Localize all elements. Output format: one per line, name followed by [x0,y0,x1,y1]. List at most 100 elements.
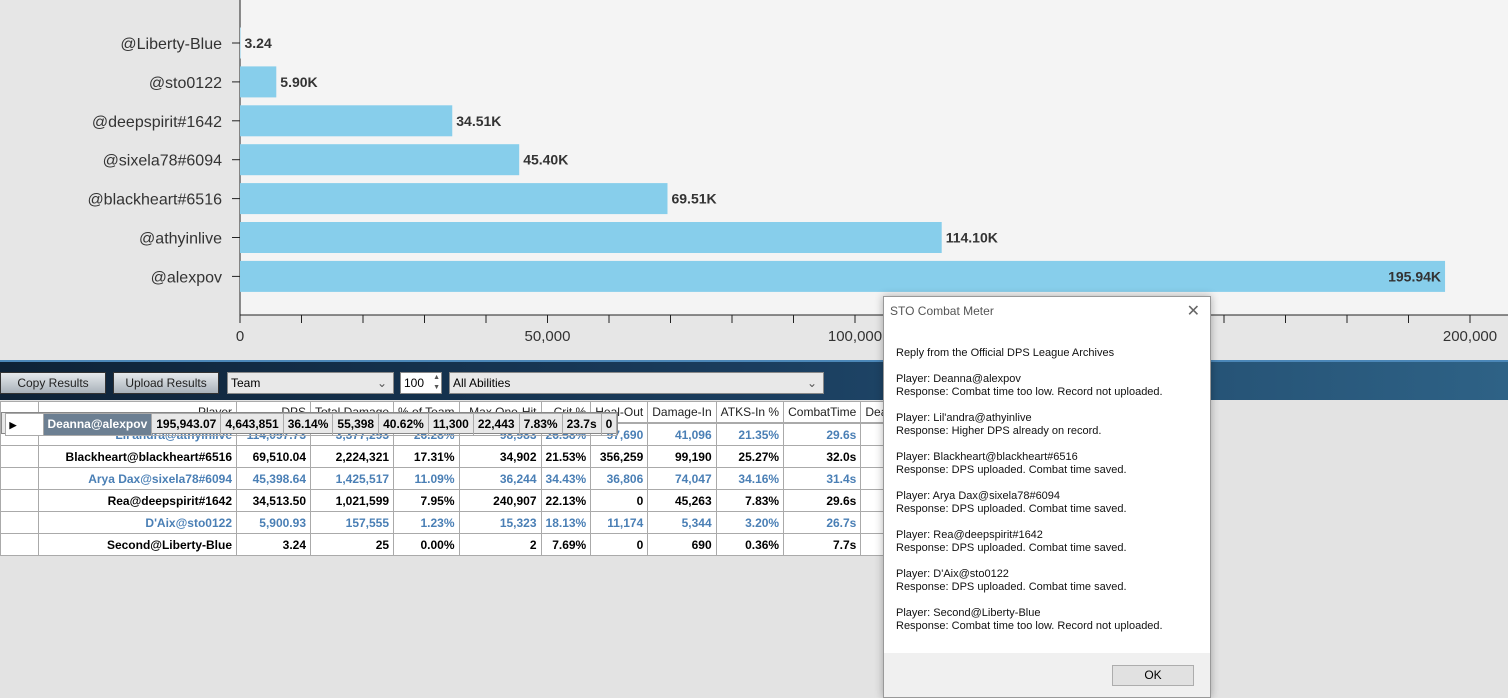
row-header[interactable] [0,489,39,512]
category-label: @sixela78#6094 [103,153,223,170]
table-row[interactable]: D'Aix@sto0122 5,900.93 157,555 1.23% 15,323 1… [0,511,909,534]
category-label: @alexpov [151,269,222,286]
data-label: 34.51K [456,113,501,129]
spinner-arrows-icon[interactable]: ▲ ▼ [433,373,440,393]
group-select[interactable]: Team ⌄ [227,372,394,394]
cell-crit-: 21.53% [540,445,592,468]
data-label: 114.10K [946,230,998,246]
cell-atks-in-: 3.20% [715,511,785,534]
cell-heal-out: 11,174 [590,511,649,534]
row-header[interactable] [0,445,39,468]
close-icon[interactable]: ✕ [1187,301,1200,321]
entry-response: Response: DPS uploaded. Combat time save… [896,581,1127,593]
category-label: @sto0122 [149,75,222,92]
cell--of-team: 1.23% [393,511,460,534]
copy-results-button[interactable]: Copy Results [0,372,106,394]
x-tick-label: 50,000 [525,328,571,345]
ok-button[interactable]: OK [1112,665,1194,686]
x-tick-label: 200,000 [1443,328,1497,345]
cell--of-team: 17.31% [393,445,460,468]
bar--liberty-blue [240,27,241,59]
cell-combattime: 26.7s [783,511,862,534]
cell-total-damage: 25 [309,533,395,556]
dialog-heading: Reply from the Official DPS League Archi… [896,347,1115,359]
cell-atks-in-: 21.35% [715,423,785,446]
cell-player: Deanna@alexpov [42,412,153,436]
dialog-body: Reply from the Official DPS League Archi… [884,325,1210,653]
row-header[interactable]: ▶ [4,412,44,436]
cell-player: D'Aix@sto0122 [38,511,237,534]
entry-player: Player: Lil'andra@athyinlive [896,412,1032,424]
count-value: 100 [404,376,425,390]
bar--alexpov [240,260,1446,292]
upload-results-button[interactable]: Upload Results [113,372,219,394]
cell-heal-out: 0 [590,489,649,512]
dialog-entry: Player: Deanna@alexpov Response: Combat t… [896,373,1200,399]
cell--of-team: 36.14% [282,412,334,436]
cell-combattime: 7.7s [783,533,862,556]
dialog-entry: Player: Rea@deepspirit#1642 Response: DPS… [896,529,1200,555]
dialog-entry: Player: Second@Liberty-Blue Response: Com… [896,607,1200,633]
entry-response: Response: DPS uploaded. Combat time save… [896,464,1127,476]
cell-atks-in-: 7.83% [518,412,563,436]
table-row[interactable]: Arya Dax@sixela78#6094 45,398.64 1,425,517… [0,467,909,490]
bar--blackheart-6516 [240,183,668,215]
cell-dps: 45,398.64 [236,467,311,490]
row-header[interactable] [0,533,39,556]
data-label: 3.24 [245,35,272,51]
cell-crit-: 34.43% [540,467,592,490]
cell-atks-in-: 0.36% [715,533,785,556]
dialog-entry: Player: Blackheart@blackheart#6516 Respon… [896,451,1200,477]
table-row[interactable]: ▶ Deanna@alexpov 195,943.07 4,643,851 36.14%… [0,411,619,436]
dialog-title: STO Combat Meter [890,304,994,318]
cell-atks-in-: 25.27% [715,445,785,468]
cell-total-damage: 2,224,321 [309,445,395,468]
table-row[interactable]: Rea@deepspirit#1642 34,513.50 1,021,599 7.9… [0,489,909,512]
toolbar: Copy Results Upload Results Team ⌄ 100 ▲ ▼ … [0,360,1508,400]
cell-damage-in: 22,443 [472,412,520,436]
upload-response-dialog: STO Combat Meter ✕ Reply from the Officia… [883,296,1211,698]
category-label: @athyinlive [139,231,222,248]
cell-total-damage: 1,021,599 [309,489,395,512]
entry-response: Response: Combat time too low. Record no… [896,386,1163,398]
entry-player: Player: D'Aix@sto0122 [896,568,1009,580]
cell-combattime: 29.6s [783,489,862,512]
row-header[interactable] [0,511,39,534]
dialog-titlebar: STO Combat Meter ✕ [884,297,1210,325]
table-row[interactable]: Blackheart@blackheart#6516 69,510.04 2,224… [0,445,909,468]
cell--of-team: 11.09% [393,467,460,490]
chevron-down-icon: ⌄ [806,376,817,390]
col-damage-in[interactable]: Damage-In [647,401,717,423]
cell-max-one-hit: 36,244 [458,467,542,490]
data-label: 45.40K [523,152,568,168]
cell-crit-: 22.13% [540,489,592,512]
entry-player: Player: Deanna@alexpov [896,373,1021,385]
cell--of-team: 7.95% [393,489,460,512]
cell-crit-: 7.69% [540,533,592,556]
x-tick-label: 100,000 [828,328,882,345]
count-stepper[interactable]: 100 ▲ ▼ [400,372,442,394]
bar--sto0122 [240,66,277,98]
entry-player: Player: Second@Liberty-Blue [896,607,1041,619]
cell-player: Second@Liberty-Blue [38,533,237,556]
cell-max-one-hit: 15,323 [458,511,542,534]
col-atks-in[interactable]: ATKS-In % [715,401,785,423]
cell-dps: 69,510.04 [236,445,311,468]
dialog-entry: Player: D'Aix@sto0122 Response: DPS uploa… [896,568,1200,594]
ability-filter-select[interactable]: All Abilities ⌄ [449,372,824,394]
row-header[interactable] [0,467,39,490]
cell-combattime: 23.7s [561,412,602,436]
col-combat-time[interactable]: CombatTime [783,401,862,423]
cell-dps: 34,513.50 [236,489,311,512]
entry-player: Player: Arya Dax@sixela78#6094 [896,490,1061,502]
table-row[interactable]: Second@Liberty-Blue 3.24 25 0.00% 2 7.69% 0 690… [0,533,909,556]
chevron-down-icon: ⌄ [376,376,387,390]
bar--athyinlive [240,222,942,253]
cell-heal-out: 11,300 [427,412,474,436]
cell-combattime: 29.6s [783,423,862,446]
cell-combattime: 32.0s [783,445,862,468]
cell-crit-: 40.62% [378,412,429,436]
entry-response: Response: DPS uploaded. Combat time save… [896,542,1127,554]
cell-player: Arya Dax@sixela78#6094 [38,467,237,490]
cell-dps: 3.24 [236,533,311,556]
